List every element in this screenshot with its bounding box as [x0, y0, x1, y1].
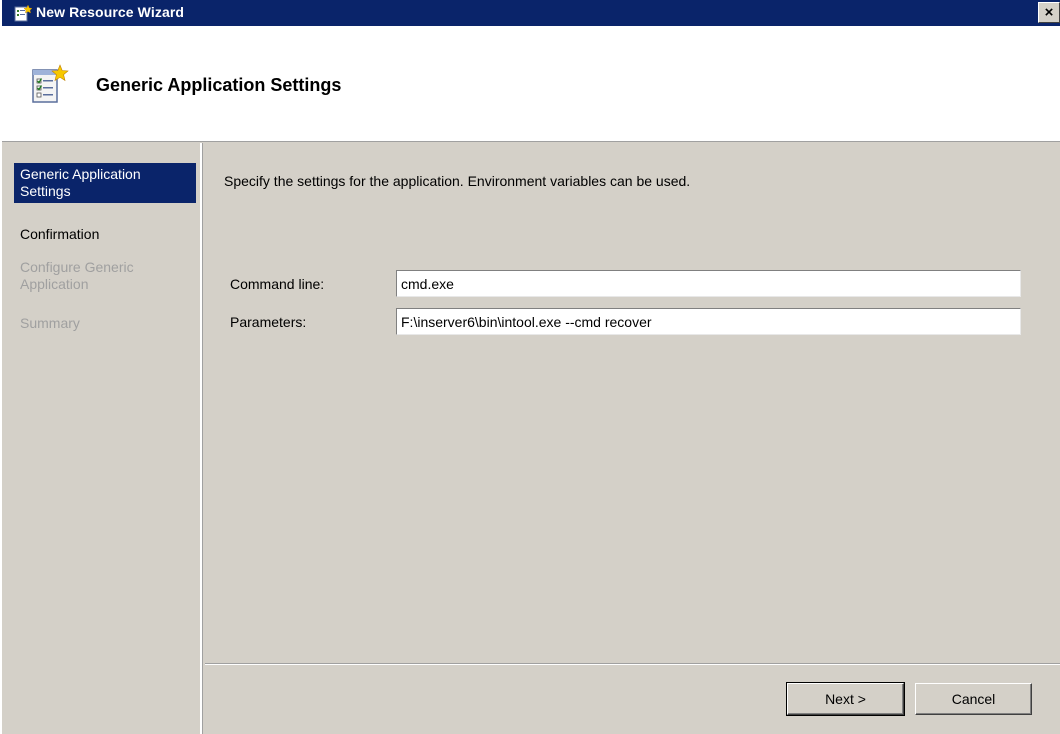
next-button[interactable]: Next >	[786, 682, 905, 716]
nav-step-configure-generic-application: Configure Generic Application	[20, 259, 134, 292]
cancel-button[interactable]: Cancel	[915, 683, 1032, 715]
instruction-text: Specify the settings for the application…	[224, 173, 691, 189]
close-button[interactable]: ×	[1038, 2, 1060, 23]
page-title: Generic Application Settings	[96, 75, 342, 95]
title-bar[interactable]: New Resource Wizard ×	[2, 0, 1060, 26]
nav-step-summary: Summary	[20, 315, 80, 331]
wizard-window: New Resource Wizard × Generic Applicatio…	[0, 0, 1060, 734]
checklist-wizard-icon	[32, 64, 69, 103]
close-icon: ×	[1044, 4, 1054, 21]
wizard-steps-nav: Generic Application Settings Confirmatio…	[2, 143, 203, 734]
nav-divider	[202, 143, 203, 734]
command-line-label: Command line:	[230, 276, 325, 292]
button-bar: Next > Cancel	[205, 663, 1060, 734]
command-line-input[interactable]	[396, 270, 1021, 297]
parameters-label: Parameters:	[230, 314, 307, 330]
parameters-input[interactable]	[396, 308, 1021, 335]
nav-step-generic-application-settings[interactable]: Generic Application Settings	[14, 163, 196, 203]
wizard-header: Generic Application Settings	[2, 26, 1060, 142]
wizard-content: Specify the settings for the application…	[205, 143, 1060, 664]
wizard-icon	[14, 5, 32, 22]
nav-step-confirmation[interactable]: Confirmation	[14, 223, 196, 246]
window-title: New Resource Wizard	[36, 4, 185, 20]
